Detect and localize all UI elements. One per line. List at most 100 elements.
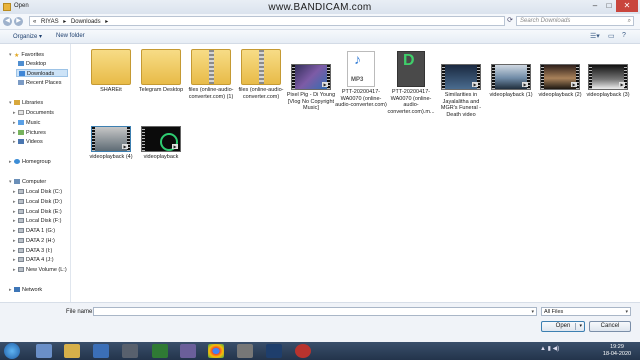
- minimize-button[interactable]: –: [588, 0, 602, 12]
- file-item[interactable]: files (online-audio-converter.com): [235, 49, 287, 100]
- nav-disk[interactable]: ▸ Local Disk (E:): [13, 208, 62, 216]
- video-thumbnail-icon: ▶: [588, 64, 628, 90]
- crumb-arrow-icon[interactable]: ▸: [63, 19, 66, 25]
- folder-icon: [141, 49, 181, 85]
- file-item[interactable]: ▶ videoplayback (1): [485, 64, 537, 99]
- nav-recent-places[interactable]: Recent Places: [18, 79, 61, 87]
- file-item[interactable]: ▶ videoplayback (3): [582, 64, 634, 99]
- back-button[interactable]: ◀: [3, 17, 12, 26]
- file-item[interactable]: ▶ videoplayback (2): [534, 64, 586, 99]
- video-thumbnail-icon: ▶: [91, 126, 131, 152]
- bandicam-icon[interactable]: [295, 344, 311, 358]
- nav-disk[interactable]: ▸ Local Disk (F:): [13, 217, 61, 225]
- file-item[interactable]: ♪ MP3 PTT-20200417-WA0070 (online-audio-c…: [335, 51, 387, 109]
- wordpad-icon[interactable]: [93, 344, 109, 358]
- system-tray[interactable]: ▲ ▮ ◀): [540, 345, 559, 352]
- nav-disk[interactable]: ▸ Local Disk (C:): [13, 188, 62, 196]
- footer: File name: ▾ All Files ▾ Open ▾ Cancel: [0, 302, 640, 343]
- preview-pane-icon[interactable]: ▭: [608, 32, 615, 40]
- expand-icon: ▸: [13, 120, 16, 126]
- nav-disk[interactable]: ▸ DATA 1 (G:): [13, 227, 55, 235]
- media-player-icon[interactable]: [152, 344, 168, 358]
- nav-disk[interactable]: ▸ DATA 3 (I:): [13, 247, 52, 255]
- search-icon: ⌕: [627, 18, 631, 24]
- nav-disk[interactable]: ▸ DATA 2 (H:): [13, 237, 55, 245]
- expand-icon: ▸: [9, 287, 12, 293]
- chevron-down-icon: ▾: [625, 309, 628, 315]
- nav-downloads[interactable]: Downloads: [16, 69, 68, 77]
- expand-icon: ▸: [13, 139, 16, 145]
- nav-favorites[interactable]: ▾ ★ Favorites: [9, 51, 44, 59]
- close-button[interactable]: ✕: [616, 0, 638, 12]
- nav-disk[interactable]: ▸ Local Disk (D:): [13, 198, 62, 206]
- file-item[interactable]: Telegram Desktop: [135, 49, 187, 94]
- libraries-icon: [14, 99, 20, 105]
- open-dialog: Open www.BANDICAM.com – □ ✕ ◀ ▶ « RIYAS …: [0, 0, 640, 343]
- recent-places-icon: [18, 79, 24, 85]
- maximize-button[interactable]: □: [602, 0, 616, 12]
- refresh-icon[interactable]: ⟳: [505, 16, 515, 26]
- new-folder-button[interactable]: New folder: [56, 33, 85, 39]
- file-item[interactable]: ▶ videoplayback: [135, 126, 187, 161]
- nav-disk[interactable]: ▸ DATA 4 (J:): [13, 256, 54, 264]
- app-icon[interactable]: [180, 344, 196, 358]
- crumb-arrow-icon[interactable]: ▸: [105, 19, 108, 25]
- media-player-file-icon: D: [397, 51, 425, 87]
- nav-videos[interactable]: ▸ Videos: [13, 138, 43, 146]
- crumb-user[interactable]: RIYAS: [41, 19, 59, 25]
- forward-button[interactable]: ▶: [14, 17, 23, 26]
- expand-icon: ▸: [13, 110, 16, 116]
- cancel-button[interactable]: Cancel: [589, 321, 631, 332]
- chevron-down-icon[interactable]: ▾: [579, 322, 582, 331]
- file-item[interactable]: SHAREit: [85, 49, 137, 94]
- search-input[interactable]: Search Downloads ⌕: [516, 16, 634, 26]
- navigation-pane: ▾ ★ Favorites Desktop Downloads Recent Pla…: [0, 44, 71, 302]
- nav-libraries[interactable]: ▾ Libraries: [9, 99, 43, 107]
- file-item[interactable]: files (online-audio-converter.com) (1): [185, 49, 237, 100]
- drive-icon: [18, 266, 24, 272]
- nav-disk[interactable]: ▸ New Volume (L:): [13, 266, 67, 274]
- video-thumbnail-icon: ▶: [141, 126, 181, 152]
- open-button[interactable]: Open ▾: [541, 321, 585, 332]
- explorer-icon[interactable]: [64, 344, 80, 358]
- help-icon[interactable]: ?: [622, 32, 626, 39]
- chrome-icon[interactable]: [208, 344, 224, 358]
- collapse-icon: ▾: [9, 100, 12, 106]
- nav-homegroup[interactable]: ▸ Homegroup: [9, 158, 51, 166]
- file-item[interactable]: ▶ videoplayback (4): [85, 126, 137, 161]
- breadcrumb[interactable]: « RIYAS ▸ Downloads ▸: [29, 16, 505, 26]
- nav-computer[interactable]: ▾ Computer: [9, 178, 46, 186]
- crumb-sep-icon: «: [33, 19, 37, 25]
- tools-icon[interactable]: [237, 344, 253, 358]
- nav-music[interactable]: ▸ Music: [13, 119, 40, 127]
- drive-icon: [18, 247, 24, 253]
- file-name-input[interactable]: ▾: [93, 307, 537, 316]
- app-icon[interactable]: [122, 344, 138, 358]
- nav-pictures[interactable]: ▸ Pictures: [13, 129, 46, 137]
- nav-desktop[interactable]: Desktop: [18, 60, 46, 68]
- view-options-icon[interactable]: ☰▾: [590, 32, 600, 40]
- desktop-icon: [18, 60, 24, 66]
- app-icon[interactable]: [266, 344, 282, 358]
- nav-network[interactable]: ▸ Network: [9, 286, 42, 294]
- file-list: SHAREit Telegram Desktop files (online-a…: [72, 44, 636, 302]
- drive-icon: [18, 208, 24, 214]
- clock[interactable]: 19:29 18-04-2020: [598, 344, 636, 357]
- pictures-icon: [18, 129, 24, 135]
- chevron-down-icon[interactable]: ▾: [531, 308, 534, 316]
- zip-folder-icon: [191, 49, 231, 85]
- ie-icon[interactable]: [36, 344, 52, 358]
- title-bar: Open www.BANDICAM.com – □ ✕: [0, 0, 640, 15]
- expand-icon: ▸: [9, 159, 12, 165]
- nav-documents[interactable]: ▸ Documents: [13, 109, 54, 117]
- file-item[interactable]: ▶ Similarities in Jayalalitha and MGR's …: [435, 64, 487, 118]
- mp3-file-icon: ♪ MP3: [347, 51, 375, 87]
- zip-folder-icon: [241, 49, 281, 85]
- start-button-icon[interactable]: [4, 343, 20, 359]
- drive-icon: [18, 188, 24, 194]
- file-item[interactable]: D PTT-20200417-WA0070 (online-audio-conv…: [385, 51, 437, 115]
- file-item[interactable]: ▶ Pixel Pig - Di Young [Vlog No Copyrigh…: [285, 64, 337, 112]
- organize-button[interactable]: Organize ▾: [13, 33, 42, 40]
- file-type-select[interactable]: All Files ▾: [541, 307, 631, 316]
- crumb-downloads[interactable]: Downloads: [71, 19, 101, 25]
